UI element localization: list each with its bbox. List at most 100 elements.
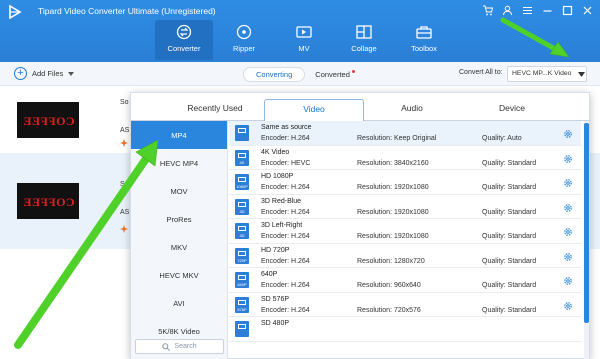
- preset-row[interactable]: 576P SD 576P Encoder: H.264 Resolution: …: [229, 293, 581, 317]
- effect-icon[interactable]: [120, 225, 128, 233]
- tab-recently-used[interactable]: Recently Used: [165, 103, 265, 113]
- preset-resolution: Resolution: 1920x1080: [357, 208, 429, 216]
- format-item-prores[interactable]: ProRes: [131, 205, 227, 233]
- tab-video[interactable]: Video: [264, 99, 364, 122]
- preset-row[interactable]: Same as source Encoder: H.264 Resolution…: [229, 121, 581, 146]
- convert-icon: [176, 24, 192, 40]
- preset-resolution: Resolution: 3840x2160: [357, 159, 429, 167]
- gear-icon[interactable]: [563, 227, 573, 237]
- tab-toolbox[interactable]: Toolbox: [395, 20, 453, 60]
- preset-name: 4K Video: [261, 148, 290, 156]
- minimize-icon[interactable]: [540, 3, 554, 17]
- cart-icon[interactable]: [480, 3, 494, 17]
- tab-converter[interactable]: Converter: [155, 20, 213, 60]
- tab-label: MV: [298, 44, 310, 53]
- preset-quality: Quality: Standard: [482, 159, 537, 167]
- format-item-mkv[interactable]: MKV: [131, 233, 227, 261]
- convert-all-label: Convert All to:: [459, 69, 503, 76]
- gear-icon[interactable]: [563, 154, 573, 164]
- preset-row[interactable]: 3D 3D Red-Blue Encoder: H.264 Resolution…: [229, 195, 581, 219]
- preset-encoder: Encoder: H.264: [261, 184, 310, 191]
- file-name: So: [120, 181, 129, 188]
- toolbar: + Add Files Converting Converted Convert…: [0, 62, 600, 86]
- preset-row[interactable]: 640P 640P Encoder: H.264 Resolution: 960…: [229, 268, 581, 293]
- gear-icon[interactable]: [563, 301, 573, 311]
- converting-tab[interactable]: Converting: [243, 67, 306, 82]
- main-tabs: Converter Ripper MV Collage Toolbox: [155, 20, 453, 60]
- preset-scrollbar[interactable]: [584, 121, 589, 359]
- preset-row[interactable]: 720P HD 720P Encoder: H.264 Resolution: …: [229, 244, 581, 268]
- format-item-mp4[interactable]: MP4: [131, 121, 227, 149]
- preset-name: HD 1080P: [261, 173, 294, 180]
- file-format: AS: [120, 127, 130, 134]
- preset-resolution: Resolution: 960x640: [357, 282, 421, 289]
- preset-quality: Quality: Standard: [482, 208, 537, 216]
- converted-tab[interactable]: Converted: [315, 70, 355, 79]
- gear-icon[interactable]: [563, 276, 573, 286]
- gear-icon[interactable]: [563, 178, 573, 188]
- disc-icon: [236, 24, 252, 40]
- preset-encoder: Encoder: H.264: [261, 257, 310, 265]
- plus-icon: +: [14, 67, 27, 80]
- thumbnail-text: COFFEE: [23, 195, 75, 209]
- preset-encoder: Encoder: H.264: [261, 306, 310, 314]
- format-search-input[interactable]: Search: [135, 339, 224, 354]
- format-category-tabs: Recently Used Video Audio Device: [131, 93, 591, 122]
- add-files-label: Add Files: [32, 69, 64, 78]
- preset-row[interactable]: 4K 4K Video Encoder: HEVC Resolution: 38…: [229, 146, 581, 170]
- format-select-value: HEVC MP...K Video: [512, 70, 572, 77]
- tab-label: Ripper: [232, 44, 256, 53]
- scrollbar-thumb[interactable]: [584, 123, 589, 323]
- tab-collage[interactable]: Collage: [335, 20, 393, 60]
- preset-encoder: Encoder: H.264: [261, 135, 310, 142]
- tab-label: Toolbox: [411, 44, 437, 53]
- add-files-button[interactable]: + Add Files: [14, 67, 75, 80]
- preset-quality: Quality: Standard: [482, 306, 537, 314]
- user-icon[interactable]: [500, 3, 514, 17]
- preset-row[interactable]: 3D 3D Left-Right Encoder: H.264 Resoluti…: [229, 219, 581, 244]
- collage-icon: [356, 25, 372, 39]
- file-name: So: [120, 99, 129, 106]
- file-format: AS: [120, 209, 130, 216]
- gear-icon[interactable]: [563, 129, 573, 139]
- format-list: MP4 HEVC MP4 MOV ProRes MKV HEVC MKV AVI…: [131, 121, 228, 359]
- tab-device[interactable]: Device: [462, 103, 562, 113]
- search-icon: [162, 342, 171, 351]
- tab-ripper[interactable]: Ripper: [215, 20, 273, 60]
- format-item-mov[interactable]: MOV: [131, 177, 227, 205]
- dropdown-arrow-icon[interactable]: [578, 72, 585, 77]
- convert-all-format-select[interactable]: HEVC MP...K Video: [507, 66, 587, 82]
- chevron-down-icon[interactable]: [68, 71, 75, 76]
- effect-icon[interactable]: [120, 139, 128, 147]
- preset-encoder: Encoder: H.264: [261, 208, 310, 216]
- preset-name: SD 576P: [261, 295, 290, 303]
- preset-row[interactable]: SD 480P: [229, 317, 581, 342]
- menu-icon[interactable]: [520, 3, 534, 17]
- mv-icon: [296, 26, 312, 38]
- tab-label: Converter: [167, 44, 201, 53]
- format-item-avi[interactable]: AVI: [131, 289, 227, 317]
- preset-resolution: Resolution: 1280x720: [357, 257, 425, 265]
- preset-format-icon: 3D: [235, 198, 249, 215]
- tab-audio[interactable]: Audio: [362, 103, 462, 113]
- preset-encoder: Encoder: H.264: [261, 233, 310, 240]
- tab-mv[interactable]: MV: [275, 20, 333, 60]
- preset-row[interactable]: 1080P HD 1080P Encoder: H.264 Resolution…: [229, 170, 581, 195]
- format-item-hevc-mkv[interactable]: HEVC MKV: [131, 261, 227, 289]
- preset-quality: Quality: Standard: [482, 184, 537, 191]
- preset-format-icon: 720P: [235, 247, 249, 264]
- conversion-switch: Converting Converted: [243, 67, 355, 82]
- preset-resolution: Resolution: 1920x1080: [357, 233, 429, 240]
- gear-icon[interactable]: [563, 203, 573, 213]
- gear-icon[interactable]: [563, 252, 573, 262]
- maximize-icon[interactable]: [560, 3, 574, 17]
- format-item-hevc-mp4[interactable]: HEVC MP4: [131, 149, 227, 177]
- video-thumbnail[interactable]: COFFEE: [17, 183, 79, 219]
- video-thumbnail[interactable]: COFFEE: [17, 102, 79, 138]
- preset-encoder: Encoder: HEVC: [261, 159, 311, 167]
- preset-name: HD 720P: [261, 246, 290, 254]
- tab-label: Collage: [351, 44, 377, 53]
- app-logo-icon: [9, 4, 22, 20]
- preset-quality: Quality: Auto: [482, 135, 522, 142]
- close-icon[interactable]: [580, 3, 594, 17]
